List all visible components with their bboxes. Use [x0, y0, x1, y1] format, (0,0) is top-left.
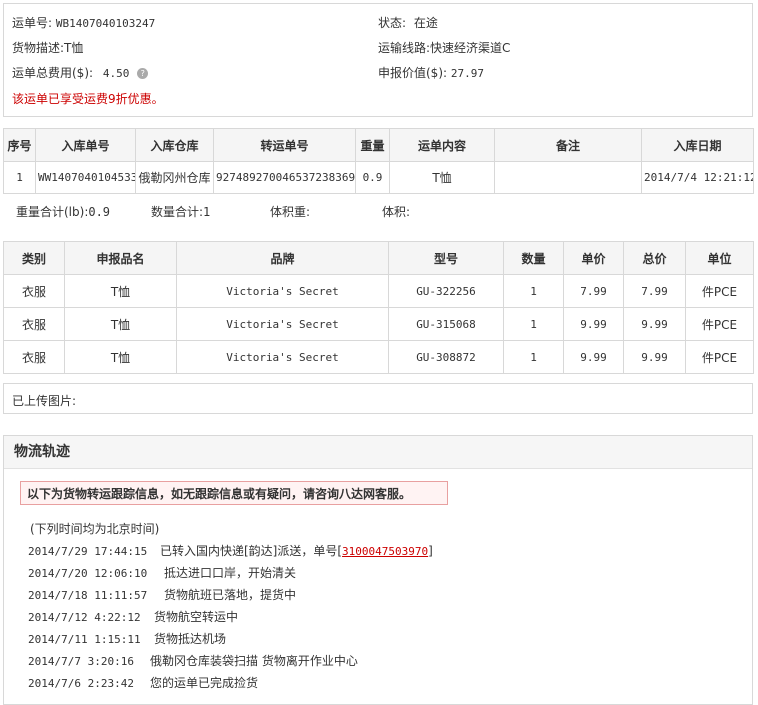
inbound_table-cell: 9274892700465372383692: [213, 161, 356, 194]
volume: 体积:: [382, 205, 411, 219]
items_table-cell: GU-315068: [388, 307, 504, 341]
tracking-event: 2014/7/11 1:15:11 货物抵达机场: [28, 630, 226, 647]
tracking-event-text: 货物抵达机场: [154, 632, 227, 646]
tracking-event: 2014/7/7 3:20:16 俄勒冈仓库装袋扫描 货物离开作业中心: [28, 652, 358, 669]
inbound_table-header-1: 入库单号: [35, 128, 136, 162]
tracking-event-time: 2014/7/18 11:11:57: [28, 589, 148, 602]
declared-value: 申报价值($): 27.97: [378, 66, 484, 80]
count-total: 数量合计:1: [151, 205, 211, 219]
tracking-event-time: 2014/7/20 12:06:10: [28, 567, 148, 580]
tracking-event-text: 俄勒冈仓库装袋扫描 货物离开作业中心: [150, 654, 358, 668]
inbound_table-header-5: 运单内容: [389, 128, 495, 162]
fee-info-icon[interactable]: ?: [137, 68, 149, 79]
items_table-cell: T恤: [64, 340, 177, 374]
items_table-header-5: 单价: [563, 241, 624, 275]
inbound_table-cell: 俄勒冈州仓库: [135, 161, 214, 194]
tracking-panel: 物流轨迹 以下为货物转运跟踪信息，如无跟踪信息或有疑问，请咨询八达网客服。 (下…: [3, 435, 753, 705]
inbound_table-header-4: 重量: [355, 128, 390, 162]
inbound_table-cell: [494, 161, 642, 194]
tracking-event: 2014/7/6 2:23:42 您的运单已完成捡货: [28, 674, 258, 691]
tracking-event: 2014/7/20 12:06:10 抵达进口口岸，开始清关: [28, 564, 296, 581]
items_table-header-3: 型号: [388, 241, 504, 275]
items_table-cell: 衣服: [3, 340, 65, 374]
tracking-event: 2014/7/29 17:44:15 已转入国内快递[韵达]派送，单号[31000…: [28, 542, 433, 559]
items_table-cell: 件PCE: [685, 274, 754, 308]
items_table-cell: GU-322256: [388, 274, 504, 308]
discount-note: 该运单已享受运费9折优惠。: [12, 92, 164, 106]
table-row: 衣服 T恤 Victoria's Secret GU-308872 1 9.99 9.99 件…: [3, 340, 754, 374]
inbound_table-cell: 2014/7/4 12:21:12: [641, 161, 754, 194]
tracking-event-suffix: ]: [428, 544, 433, 558]
volumetric-weight: 体积重:: [270, 205, 311, 219]
tracking-event-text: 您的运单已完成捡货: [150, 676, 259, 690]
shipping-route: 运输线路:快速经济渠道C: [378, 41, 511, 55]
inbound_table-header-0: 序号: [3, 128, 36, 162]
items_table-cell: 7.99: [623, 274, 686, 308]
items_table-cell: 衣服: [3, 307, 65, 341]
items_table-header-4: 数量: [503, 241, 564, 275]
items_table-cell: 9.99: [623, 340, 686, 374]
tracking-event: 2014/7/18 11:11:57 货物航班已落地，提货中: [28, 586, 296, 603]
tracking-event-time: 2014/7/12 4:22:12: [28, 611, 141, 624]
timezone-note: (下列时间均为北京时间): [30, 522, 160, 536]
tracking-event-text: 抵达进口口岸，开始清关: [164, 566, 297, 580]
goods-description: 货物描述:T恤: [12, 41, 84, 55]
items_table-cell: 9.99: [563, 340, 624, 374]
inbound_table-cell: WW1407040104533: [35, 161, 136, 194]
table-row: 衣服 T恤 Victoria's Secret GU-322256 1 7.99 7.99 件…: [3, 274, 754, 308]
tracking-event-text: 货物航空转运中: [154, 610, 239, 624]
items_table-header-0: 类别: [3, 241, 65, 275]
items_table-cell: Victoria's Secret: [176, 340, 389, 374]
items_table-cell: 衣服: [3, 274, 65, 308]
waybill-info-panel: 运单号: WB1407040103247 状态: 在途 货物描述:T恤 运输线路…: [3, 3, 753, 117]
total-fee: 运单总费用($): 4.50 ?: [12, 64, 149, 81]
waybill-status: 状态: 在途: [378, 16, 438, 30]
items_table-cell: Victoria's Secret: [176, 274, 389, 308]
items_table-cell: 1: [503, 274, 564, 308]
items_table-cell: 9.99: [563, 307, 624, 341]
uploaded-images-label: 已上传图片:: [12, 394, 77, 408]
inbound-header-row: 序号 入库单号 入库仓库 转运单号 重量 运单内容 备注 入库日期: [3, 128, 754, 162]
tracking-event-text: 货物航班已落地，提货中: [164, 588, 297, 602]
items_table-cell: T恤: [64, 307, 177, 341]
items_table-cell: Victoria's Secret: [176, 307, 389, 341]
inbound_table-header-6: 备注: [494, 128, 642, 162]
items_table-cell: 1: [503, 340, 564, 374]
items_table-header-1: 申报品名: [64, 241, 177, 275]
items_table-header-7: 单位: [685, 241, 754, 275]
tracking-notice: 以下为货物转运跟踪信息，如无跟踪信息或有疑问，请咨询八达网客服。: [20, 481, 448, 505]
items_table-cell: 7.99: [563, 274, 624, 308]
tracking-title: 物流轨迹: [4, 436, 752, 469]
tracking-event-time: 2014/7/7 3:20:16: [28, 655, 134, 668]
tracking-event-text: 已转入国内快递[韵达]派送，单号[: [160, 544, 343, 558]
tracking-event: 2014/7/12 4:22:12 货物航空转运中: [28, 608, 238, 625]
waybill-number: 运单号: WB1407040103247: [12, 16, 156, 30]
items_table-cell: GU-308872: [388, 340, 504, 374]
items_table-cell: 1: [503, 307, 564, 341]
items_table-header-6: 总价: [623, 241, 686, 275]
items_table-cell: 件PCE: [685, 340, 754, 374]
tracking-event-time: 2014/7/11 1:15:11: [28, 633, 141, 646]
inbound_table-header-2: 入库仓库: [135, 128, 214, 162]
inbound_table-header-3: 转运单号: [213, 128, 356, 162]
items_table-cell: 9.99: [623, 307, 686, 341]
uploaded-images-panel: 已上传图片:: [3, 383, 753, 414]
inbound_table-header-7: 入库日期: [641, 128, 754, 162]
weight-total: 重量合计(lb):0.9: [16, 205, 111, 219]
tracking-event-time: 2014/7/29 17:44:15: [28, 545, 148, 558]
inbound-table: 序号 入库单号 入库仓库 转运单号 重量 运单内容 备注 入库日期 1 WW1407040104…: [3, 128, 754, 194]
inbound_table-cell: 0.9: [355, 161, 390, 194]
items-table: 类别 申报品名 品牌 型号 数量 单价 总价 单位 衣服 T恤 Victoria's Secret…: [3, 241, 754, 374]
table-row: 衣服 T恤 Victoria's Secret GU-315068 1 9.99 9.99 件…: [3, 307, 754, 341]
items-header-row: 类别 申报品名 品牌 型号 数量 单价 总价 单位: [3, 241, 754, 275]
tracking-event-time: 2014/7/6 2:23:42: [28, 677, 134, 690]
inbound_table-cell: 1: [3, 161, 36, 194]
items_table-cell: T恤: [64, 274, 177, 308]
table-row: 1 WW1407040104533 俄勒冈州仓库 927489270046537238…: [3, 161, 754, 194]
items_table-cell: 件PCE: [685, 307, 754, 341]
items_table-header-2: 品牌: [176, 241, 389, 275]
inbound_table-cell: T恤: [389, 161, 495, 194]
tracking-number-link[interactable]: 3100047503970: [342, 545, 428, 558]
